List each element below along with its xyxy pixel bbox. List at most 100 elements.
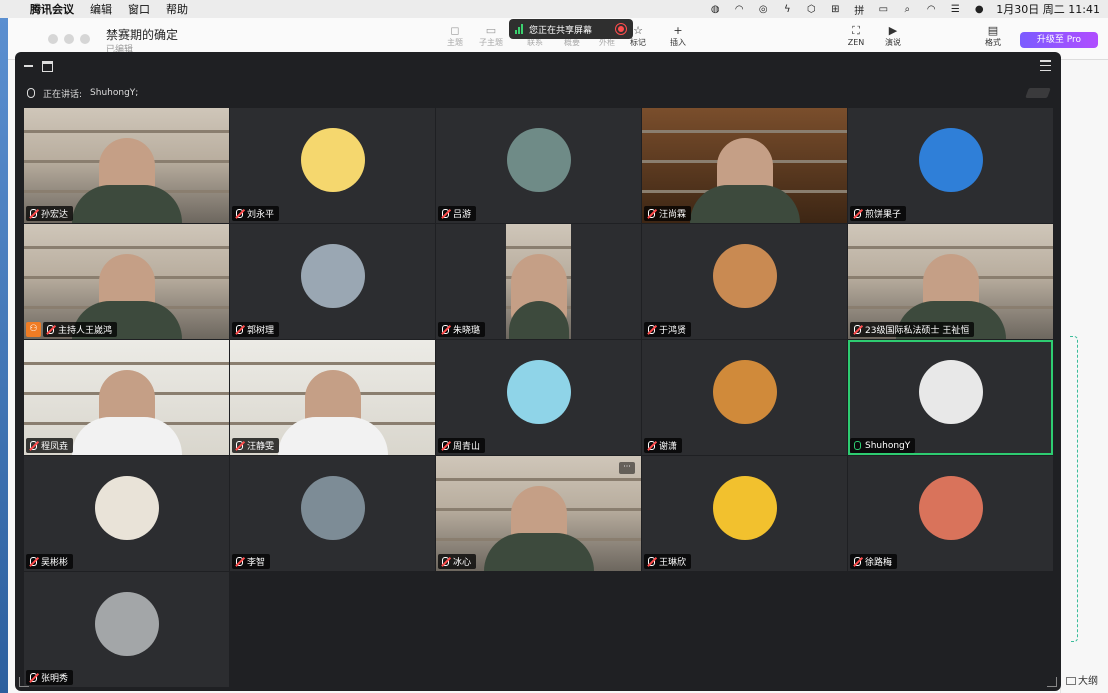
stop-share-icon[interactable] bbox=[615, 23, 627, 35]
video-background-shelf bbox=[24, 246, 229, 249]
participant-name: 程凤垚 bbox=[41, 442, 69, 452]
control-center-icon[interactable]: ☰ bbox=[948, 3, 962, 15]
participant-nametag: 冰心 bbox=[438, 554, 477, 569]
participant-tile[interactable]: 23级国际私法硕士 王祉恒 bbox=[848, 224, 1053, 339]
mic-muted-icon bbox=[30, 557, 37, 566]
resize-handle-right[interactable] bbox=[1047, 677, 1057, 687]
document-title: 禁赛期的确定 bbox=[106, 28, 179, 42]
meeting-window: 正在讲话: ShuhongY; 孙宏达 刘永平 吕游 汪尚霖 煎饼果子 ⚇ 主持人王嵗鸿 郭树… bbox=[15, 52, 1061, 691]
participant-tile[interactable]: 徐路梅 bbox=[848, 456, 1053, 571]
participant-name: 周青山 bbox=[453, 442, 481, 452]
participant-nametag: 23级国际私法硕士 王祉恒 bbox=[850, 322, 975, 337]
participant-nametag: 朱晓璐 bbox=[438, 322, 486, 337]
toolbar-topic[interactable]: ◻ 主题 bbox=[440, 24, 470, 48]
participant-name: 孙宏达 bbox=[41, 210, 69, 220]
minimize-icon[interactable] bbox=[23, 61, 34, 72]
participant-tile[interactable]: 于鸿贤 bbox=[642, 224, 847, 339]
participant-nametag: 谢潇 bbox=[644, 438, 683, 453]
hexagon-icon[interactable]: ⬡ bbox=[804, 3, 818, 15]
participant-nametag: 周青山 bbox=[438, 438, 486, 453]
topic-icon: ◻ bbox=[450, 24, 460, 37]
participant-tile[interactable]: 郭树理 bbox=[230, 224, 435, 339]
participant-name: 主持人王嵗鸿 bbox=[58, 326, 113, 336]
battery-icon[interactable]: ▭ bbox=[876, 3, 890, 15]
mic-muted-icon bbox=[854, 325, 861, 334]
outline-button[interactable]: 大纲 bbox=[1078, 672, 1098, 687]
siri-icon[interactable]: ● bbox=[972, 3, 986, 15]
play-icon: ▶ bbox=[888, 24, 898, 37]
participant-avatar bbox=[506, 127, 571, 192]
meeting-titlebar bbox=[15, 52, 1061, 127]
participant-video-body bbox=[483, 533, 594, 571]
participant-name: 张明秀 bbox=[41, 674, 69, 684]
participant-tile[interactable]: 周青山 bbox=[436, 340, 641, 455]
participant-tile[interactable]: ··· 冰心 bbox=[436, 456, 641, 571]
menu-window[interactable]: 窗口 bbox=[120, 1, 158, 17]
participant-grid: 孙宏达 刘永平 吕游 汪尚霖 煎饼果子 ⚇ 主持人王嵗鸿 郭树理 朱晓璐 于鸿贤 23级国际私法硕士… bbox=[24, 108, 1053, 688]
participant-tile[interactable]: 张明秀 bbox=[24, 572, 229, 687]
participant-video-body bbox=[689, 185, 800, 223]
participant-nametag: 王琳欣 bbox=[644, 554, 692, 569]
participant-tile[interactable]: ⚇ 主持人王嵗鸿 bbox=[24, 224, 229, 339]
participant-tile[interactable]: 刘永平 bbox=[230, 108, 435, 223]
screen-share-banner[interactable]: 您正在共享屏幕 bbox=[509, 19, 633, 39]
menu-help[interactable]: 帮助 bbox=[158, 1, 196, 17]
participant-tile[interactable]: ShuhongY bbox=[848, 340, 1053, 455]
menubar-clock[interactable]: 1月30日 周二 11:41 bbox=[996, 1, 1100, 17]
mic-muted-icon bbox=[30, 209, 37, 218]
format-icon: ▤ bbox=[987, 24, 999, 37]
zoom-window-button[interactable] bbox=[80, 34, 90, 44]
wechat-icon[interactable]: ◍ bbox=[708, 3, 722, 15]
bolt-icon[interactable]: ϟ bbox=[780, 3, 794, 15]
mic-muted-icon bbox=[854, 209, 861, 218]
menu-icon[interactable] bbox=[1040, 60, 1051, 71]
participant-tile[interactable]: 吴彬彬 bbox=[24, 456, 229, 571]
participant-tile[interactable]: 王琳欣 bbox=[642, 456, 847, 571]
menu-edit[interactable]: 编辑 bbox=[82, 1, 120, 17]
wifi-icon[interactable]: ◠ bbox=[924, 3, 938, 15]
mic-muted-icon bbox=[30, 441, 37, 450]
participant-name: 于鸿贤 bbox=[659, 326, 687, 336]
participant-nametag: 程凤垚 bbox=[26, 438, 74, 453]
participant-nametag: 李智 bbox=[232, 554, 271, 569]
participant-tile[interactable]: 李智 bbox=[230, 456, 435, 571]
close-window-button[interactable] bbox=[48, 34, 58, 44]
participant-nametag: ShuhongY bbox=[850, 438, 916, 453]
toolbar-insert[interactable]: + 插入 bbox=[663, 24, 693, 48]
restore-icon[interactable] bbox=[42, 60, 53, 72]
outline-icon[interactable] bbox=[1066, 677, 1076, 685]
participant-tile[interactable]: 汪静雯 bbox=[230, 340, 435, 455]
mic-muted-icon bbox=[47, 325, 54, 334]
search-icon[interactable]: ⌕ bbox=[900, 3, 914, 15]
mic-muted-icon bbox=[648, 441, 655, 450]
fullscreen-icon: ⛶ bbox=[852, 24, 860, 37]
input-method-icon[interactable]: 拼 bbox=[852, 3, 866, 17]
menu-app-name[interactable]: 腾讯会议 bbox=[22, 1, 82, 17]
minimize-window-button[interactable] bbox=[64, 34, 74, 44]
participant-tile[interactable]: 程凤垚 bbox=[24, 340, 229, 455]
upgrade-pro-button[interactable]: 升级至 Pro bbox=[1020, 32, 1098, 48]
participant-tile[interactable]: 孙宏达 bbox=[24, 108, 229, 223]
compass-icon[interactable]: ◎ bbox=[756, 3, 770, 15]
participant-video-body bbox=[71, 185, 182, 223]
participant-tile[interactable]: 汪尚霖 bbox=[642, 108, 847, 223]
mic-icon bbox=[854, 441, 861, 450]
participant-tile[interactable]: 谢潇 bbox=[642, 340, 847, 455]
cloud-icon[interactable]: ◠ bbox=[732, 3, 746, 15]
toolbar-zen[interactable]: ⛶ ZEN bbox=[841, 24, 871, 47]
more-options-icon[interactable]: ··· bbox=[619, 462, 635, 474]
toolbar-subtopic[interactable]: ▭ 子主题 bbox=[476, 24, 506, 48]
participant-nametag: 张明秀 bbox=[26, 670, 74, 685]
mic-muted-icon bbox=[236, 441, 243, 450]
share-banner-text: 您正在共享屏幕 bbox=[529, 25, 593, 36]
participant-name: 李智 bbox=[247, 558, 266, 568]
toolbar-format[interactable]: ▤ 格式 bbox=[978, 24, 1008, 48]
participant-avatar bbox=[918, 127, 983, 192]
participant-tile[interactable]: 朱晓璐 bbox=[436, 224, 641, 339]
mic-muted-icon bbox=[236, 209, 243, 218]
grid-icon[interactable]: ⊞ bbox=[828, 3, 842, 15]
participant-tile[interactable]: 吕游 bbox=[436, 108, 641, 223]
toolbar-pitch[interactable]: ▶ 演说 bbox=[878, 24, 908, 48]
participant-name: 汪尚霖 bbox=[659, 210, 687, 220]
participant-tile[interactable]: 煎饼果子 bbox=[848, 108, 1053, 223]
